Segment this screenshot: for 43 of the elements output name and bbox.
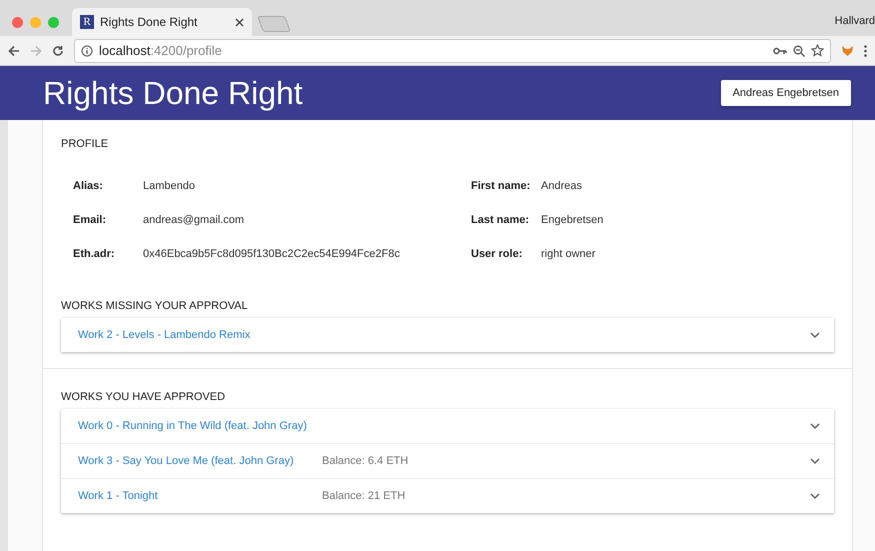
profile-name[interactable]: Hallvard	[834, 15, 875, 27]
chevron-down-icon	[810, 492, 820, 500]
back-icon[interactable]	[8, 44, 20, 56]
field-value: andreas@gmail.com	[143, 214, 244, 226]
section-heading: WORKS YOU HAVE APPROVED	[61, 391, 226, 403]
chevron-down-icon	[810, 458, 820, 464]
app-title: Rights Done Right	[43, 74, 303, 112]
key-icon[interactable]	[773, 46, 787, 54]
user-button[interactable]: Andreas Engebretsen	[720, 80, 851, 106]
field-label: First name:	[471, 180, 532, 192]
balance-text: Balance: 6.4 ETH	[322, 455, 408, 467]
work-title: Work 1 - Tonight	[78, 490, 159, 502]
work-panel-header[interactable]: Work 3 - Say You Love Me (feat. John Gray) Balance: 6.4 ETH	[61, 443, 834, 478]
field-label: Email:	[73, 214, 108, 226]
menu-icon[interactable]	[864, 44, 867, 56]
field-value: Engebretsen	[541, 214, 604, 226]
zoom-icon[interactable]	[793, 44, 805, 56]
reload-icon[interactable]	[52, 44, 64, 56]
field-value: Andreas	[541, 180, 582, 192]
close-icon[interactable]	[235, 18, 244, 26]
field-value: 0x46Ebca9b5Fc8d095f130Bc2C2ec54E994Fce2F8c	[143, 248, 400, 260]
section-heading: PROFILE	[61, 138, 110, 150]
field-value: right owner	[541, 248, 596, 260]
work-title: Work 0 - Running in The Wild (feat. John Gray)	[78, 420, 308, 432]
chevron-down-icon	[810, 332, 820, 338]
browser-tab[interactable]: R Rights Done Right	[72, 8, 252, 36]
field-label: Alias:	[73, 180, 104, 192]
address-bar[interactable]: localhost:4200/profile	[74, 38, 831, 62]
field-label: Last name:	[471, 214, 530, 226]
site-favicon: R	[80, 15, 94, 29]
star-icon[interactable]	[811, 44, 824, 57]
section-heading: WORKS MISSING YOUR APPROVAL	[61, 300, 249, 312]
work-title: Work 2 - Levels - Lambendo Remix	[78, 329, 252, 341]
work-panel-header[interactable]: Work 2 - Levels - Lambendo Remix	[61, 318, 834, 352]
info-icon[interactable]	[81, 44, 93, 56]
chevron-down-icon	[810, 422, 820, 430]
work-title: Work 3 - Say You Love Me (feat. John Gray)	[78, 455, 295, 467]
field-label: Eth.adr:	[73, 248, 116, 260]
balance-text: Balance: 21 ETH	[322, 490, 406, 502]
field-value: Lambendo	[143, 180, 195, 192]
work-panel-header[interactable]: Work 1 - Tonight Balance: 21 ETH	[61, 478, 834, 513]
field-label: User role:	[471, 248, 524, 260]
work-panel-header[interactable]: Work 0 - Running in The Wild (feat. John Gray)	[61, 409, 834, 443]
